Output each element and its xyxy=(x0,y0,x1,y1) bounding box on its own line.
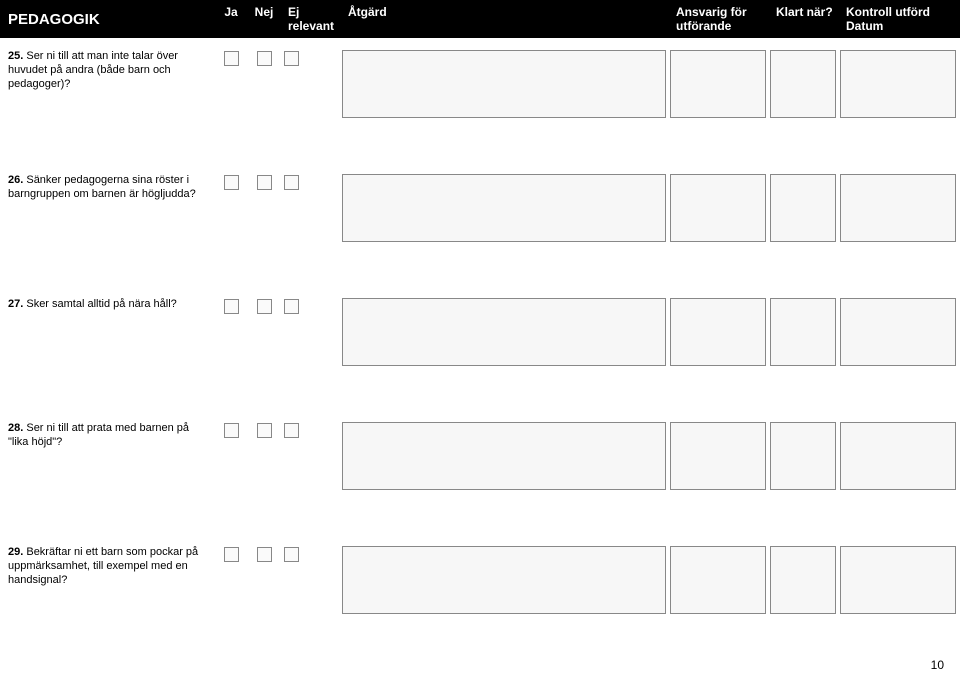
question-text: 27. Sker samtal alltid på nära håll? xyxy=(0,298,216,366)
table-row: 27. Sker samtal alltid på nära håll? xyxy=(0,294,960,410)
table-header: PEDAGOGIK Ja Nej Ej relevant Åtgärd Ansv… xyxy=(0,0,960,38)
ansvarig-input[interactable] xyxy=(670,174,766,242)
kontroll-input[interactable] xyxy=(840,298,956,366)
checkbox-ej[interactable] xyxy=(284,547,299,562)
header-kontroll: Kontroll utförd Datum xyxy=(840,0,960,38)
klart-input[interactable] xyxy=(770,50,836,118)
atgard-input[interactable] xyxy=(342,422,666,490)
kontroll-input[interactable] xyxy=(840,174,956,242)
checkbox-ej[interactable] xyxy=(284,423,299,438)
klart-input[interactable] xyxy=(770,422,836,490)
header-ej-line2: relevant xyxy=(288,19,336,33)
checkbox-nej[interactable] xyxy=(257,423,272,438)
checkbox-ja[interactable] xyxy=(224,299,239,314)
header-ansvarig: Ansvarig för utförande xyxy=(670,0,770,38)
checkbox-nej[interactable] xyxy=(257,51,272,66)
question-text: 28. Ser ni till att prata med barnen på … xyxy=(0,422,216,490)
header-kontroll-line1: Kontroll utförd xyxy=(846,5,954,19)
checkbox-ja[interactable] xyxy=(224,51,239,66)
table-row: 29. Bekräftar ni ett barn som pockar på … xyxy=(0,542,960,658)
checkbox-ej[interactable] xyxy=(284,299,299,314)
header-atgard: Åtgärd xyxy=(342,0,670,38)
question-body: Sker samtal alltid på nära håll? xyxy=(23,298,176,310)
ansvarig-input[interactable] xyxy=(670,50,766,118)
question-number: 27. xyxy=(8,298,23,310)
header-ej-line1: Ej xyxy=(288,5,336,19)
checkbox-nej[interactable] xyxy=(257,299,272,314)
klart-input[interactable] xyxy=(770,298,836,366)
checkbox-ej[interactable] xyxy=(284,175,299,190)
atgard-input[interactable] xyxy=(342,546,666,614)
header-klart: Klart när? xyxy=(770,0,840,38)
header-ansvarig-line1: Ansvarig för xyxy=(676,5,764,19)
question-number: 26. xyxy=(8,174,23,186)
question-body: Ser ni till att prata med barnen på "lik… xyxy=(8,422,189,448)
page-number: 10 xyxy=(931,658,944,672)
question-text: 29. Bekräftar ni ett barn som pockar på … xyxy=(0,546,216,614)
header-title: PEDAGOGIK xyxy=(0,0,216,38)
klart-input[interactable] xyxy=(770,546,836,614)
atgard-input[interactable] xyxy=(342,50,666,118)
kontroll-input[interactable] xyxy=(840,50,956,118)
header-ja: Ja xyxy=(216,0,246,38)
checkbox-ej[interactable] xyxy=(284,51,299,66)
header-kontroll-line2: Datum xyxy=(846,19,954,33)
table-row: 25. Ser ni till att man inte talar över … xyxy=(0,46,960,162)
question-text: 25. Ser ni till att man inte talar över … xyxy=(0,50,216,118)
header-nej: Nej xyxy=(246,0,282,38)
kontroll-input[interactable] xyxy=(840,422,956,490)
table-row: 28. Ser ni till att prata med barnen på … xyxy=(0,418,960,534)
atgard-input[interactable] xyxy=(342,174,666,242)
klart-input[interactable] xyxy=(770,174,836,242)
question-text: 26. Sänker pedagogerna sina röster i bar… xyxy=(0,174,216,242)
question-number: 25. xyxy=(8,50,23,62)
table-row: 26. Sänker pedagogerna sina röster i bar… xyxy=(0,170,960,286)
ansvarig-input[interactable] xyxy=(670,298,766,366)
question-body: Bekräftar ni ett barn som pockar på uppm… xyxy=(8,546,198,586)
ansvarig-input[interactable] xyxy=(670,546,766,614)
question-body: Ser ni till att man inte talar över huvu… xyxy=(8,50,178,90)
checkbox-nej[interactable] xyxy=(257,547,272,562)
checkbox-ja[interactable] xyxy=(224,423,239,438)
question-body: Sänker pedagogerna sina röster i barngru… xyxy=(8,174,196,200)
atgard-input[interactable] xyxy=(342,298,666,366)
kontroll-input[interactable] xyxy=(840,546,956,614)
header-ej-relevant: Ej relevant xyxy=(282,0,342,38)
checkbox-ja[interactable] xyxy=(224,175,239,190)
question-number: 28. xyxy=(8,422,23,434)
question-number: 29. xyxy=(8,546,23,558)
checkbox-ja[interactable] xyxy=(224,547,239,562)
ansvarig-input[interactable] xyxy=(670,422,766,490)
checkbox-nej[interactable] xyxy=(257,175,272,190)
header-ansvarig-line2: utförande xyxy=(676,19,764,33)
